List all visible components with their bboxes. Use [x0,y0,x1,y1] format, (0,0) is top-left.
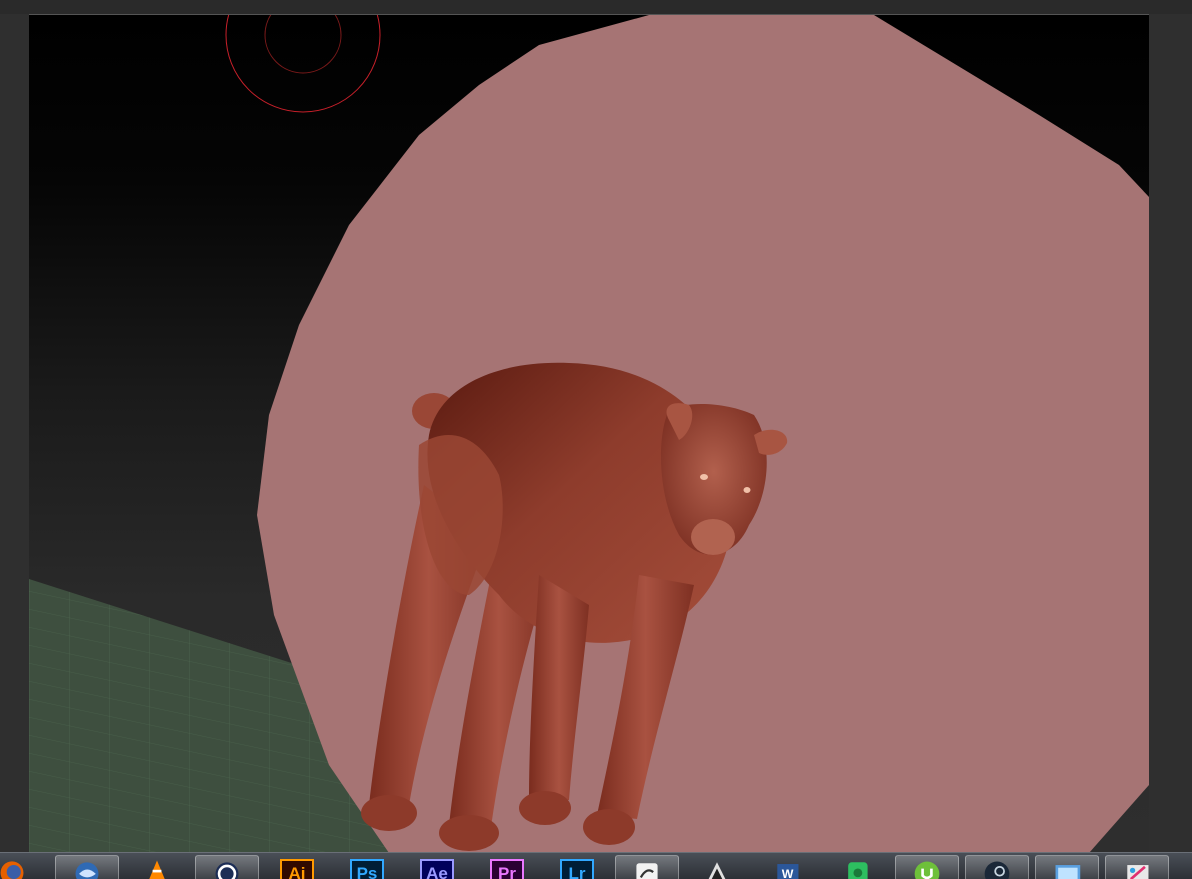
thunderbird-icon [75,862,99,879]
unity-icon [708,862,726,879]
premiere-icon: Pr [490,859,524,879]
right-panel-strip [1149,14,1192,852]
lightroom-icon: Lr [560,859,594,879]
utorrent-icon [914,861,940,879]
taskbar-button-paint[interactable] [1105,855,1169,879]
taskbar-button-evernote[interactable] [825,855,889,879]
taskbar-button-cinema4d[interactable] [195,855,259,879]
taskbar-button-premiere[interactable]: Pr [475,855,539,879]
taskbar-button-unity[interactable] [685,855,749,879]
firefox-icon [0,861,24,879]
zbrush-icon [636,863,658,879]
taskbar-button-utorrent[interactable] [895,855,959,879]
cinema4d-icon [215,862,239,879]
paint-icon [1127,865,1149,879]
taskbar-button-photoshop[interactable]: Ps [335,855,399,879]
taskbar-button-lightroom[interactable]: Lr [545,855,609,879]
vlc-icon [149,860,165,879]
taskbar-button-illustrator[interactable]: Ai [265,855,329,879]
after-effects-icon: Ae [420,859,454,879]
photoshop-icon: Ps [350,859,384,879]
taskbar-button-vlc[interactable] [125,855,189,879]
viewport-scene[interactable] [29,15,1149,853]
left-panel-strip [0,14,29,852]
taskbar-button-steam[interactable] [965,855,1029,879]
title-strip [0,0,1192,14]
evernote-icon [848,862,868,879]
word-icon-label: W [782,867,794,879]
taskbar-button-firefox[interactable] [0,855,44,879]
photos-icon [1055,865,1081,879]
brush-radius-cursor [225,15,381,113]
taskbar-button-zbrush[interactable] [615,855,679,879]
taskbar-button-word[interactable]: W [755,855,819,879]
illustrator-icon: Ai [280,859,314,879]
taskbar-button-after-effects[interactable]: Ae [405,855,469,879]
word-icon: W [777,864,799,879]
3d-viewport[interactable] [29,14,1149,853]
app-window [0,0,1192,878]
taskbar: Ai Ps Ae Pr Lr W [0,852,1192,879]
steam-icon [984,861,1010,879]
taskbar-button-photos[interactable] [1035,855,1099,879]
taskbar-button-thunderbird[interactable] [55,855,119,879]
